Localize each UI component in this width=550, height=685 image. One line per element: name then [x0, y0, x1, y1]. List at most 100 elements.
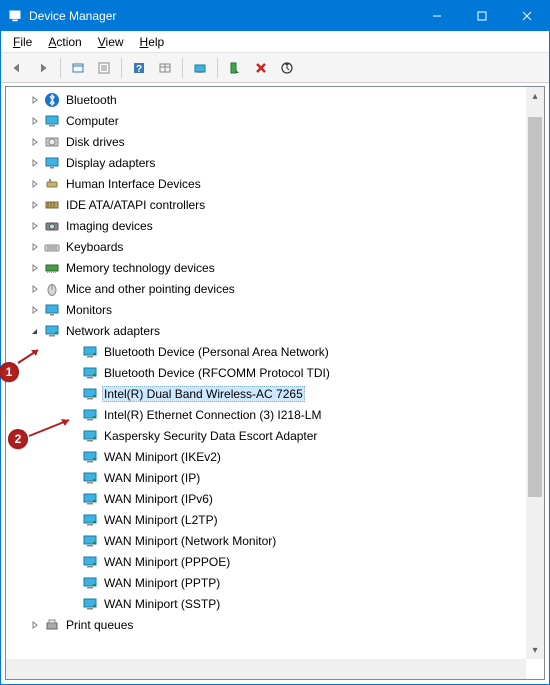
tree-category[interactable]: Mice and other pointing devices — [6, 278, 526, 299]
scroll-thumb[interactable] — [528, 117, 542, 497]
expand-icon[interactable] — [28, 198, 42, 212]
tree-device[interactable]: WAN Miniport (PPPOE) — [6, 551, 526, 572]
netcard-icon — [82, 512, 98, 528]
tree-device-label: WAN Miniport (SSTP) — [102, 596, 222, 612]
menu-help[interactable]: Help — [132, 33, 173, 51]
netcard-icon — [82, 407, 98, 423]
network-icon — [44, 323, 60, 339]
tree-device-label: WAN Miniport (PPTP) — [102, 575, 222, 591]
tree-device[interactable]: Intel(R) Ethernet Connection (3) I218-LM — [6, 404, 526, 425]
tree-category-label: Network adapters — [64, 323, 162, 339]
tree-category-label: Display adapters — [64, 155, 157, 171]
titlebar: Device Manager — [1, 1, 549, 31]
tree-category-label: Disk drives — [64, 134, 127, 150]
tree-category-label: Monitors — [64, 302, 114, 318]
tree-category[interactable]: Memory technology devices — [6, 257, 526, 278]
tree-category[interactable]: IDE ATA/ATAPI controllers — [6, 194, 526, 215]
mouse-icon — [44, 281, 60, 297]
expand-icon[interactable] — [28, 240, 42, 254]
tree-category-label: Human Interface Devices — [64, 176, 203, 192]
netcard-icon — [82, 344, 98, 360]
maximize-button[interactable] — [459, 1, 504, 31]
tree-category[interactable]: Display adapters — [6, 152, 526, 173]
close-button[interactable] — [504, 1, 549, 31]
hid-icon — [44, 176, 60, 192]
show-hidden-button[interactable] — [66, 56, 90, 80]
uninstall-device-button[interactable] — [249, 56, 273, 80]
collapse-icon[interactable] — [28, 324, 42, 338]
update-driver-button[interactable] — [188, 56, 212, 80]
tree-device[interactable]: WAN Miniport (IPv6) — [6, 488, 526, 509]
device-tree[interactable]: Bluetooth Computer Disk drives Display adap… — [6, 87, 526, 659]
tree-device[interactable]: Kaspersky Security Data Escort Adapter — [6, 425, 526, 446]
imaging-icon — [44, 218, 60, 234]
toolbar-separator — [60, 58, 61, 78]
minimize-button[interactable] — [414, 1, 459, 31]
tree-category[interactable]: Computer — [6, 110, 526, 131]
properties-button[interactable] — [92, 56, 116, 80]
tree-device-label: Bluetooth Device (Personal Area Network) — [102, 344, 331, 360]
tree-device[interactable]: WAN Miniport (IP) — [6, 467, 526, 488]
tree-category[interactable]: Print queues — [6, 614, 526, 635]
expand-icon[interactable] — [28, 219, 42, 233]
expand-icon[interactable] — [28, 135, 42, 149]
nav-forward-button[interactable] — [31, 56, 55, 80]
expand-icon[interactable] — [28, 303, 42, 317]
tree-category[interactable]: Bluetooth — [6, 89, 526, 110]
tree-category-label: Mice and other pointing devices — [64, 281, 237, 297]
tree-device-label: WAN Miniport (IKEv2) — [102, 449, 223, 465]
netcard-icon — [82, 554, 98, 570]
tree-category[interactable]: Keyboards — [6, 236, 526, 257]
disk-icon — [44, 134, 60, 150]
expand-icon[interactable] — [28, 156, 42, 170]
window-title: Device Manager — [29, 9, 414, 23]
callout-2: 2 — [8, 429, 28, 449]
help-button[interactable]: ? — [127, 56, 151, 80]
tree-category[interactable]: Disk drives — [6, 131, 526, 152]
menu-view[interactable]: View — [90, 33, 132, 51]
gridview-button[interactable] — [153, 56, 177, 80]
scroll-up-icon[interactable]: ▴ — [526, 87, 544, 105]
netcard-icon — [82, 470, 98, 486]
tree-category-label: Computer — [64, 113, 121, 129]
tree-device[interactable]: Bluetooth Device (RFCOMM Protocol TDI) — [6, 362, 526, 383]
tree-device[interactable]: Intel(R) Dual Band Wireless-AC 7265 — [6, 383, 526, 404]
menu-file[interactable]: File — [5, 33, 40, 51]
menu-action[interactable]: Action — [40, 33, 89, 51]
enable-device-button[interactable] — [223, 56, 247, 80]
toolbar: ? — [1, 53, 549, 83]
tree-category[interactable]: Network adapters — [6, 320, 526, 341]
expand-icon[interactable] — [28, 114, 42, 128]
tree-category[interactable]: Imaging devices — [6, 215, 526, 236]
tree-device[interactable]: WAN Miniport (SSTP) — [6, 593, 526, 614]
expand-icon[interactable] — [28, 282, 42, 296]
tree-panel: Bluetooth Computer Disk drives Display adap… — [5, 86, 545, 680]
tree-category[interactable]: Monitors — [6, 299, 526, 320]
tree-category-label: Memory technology devices — [64, 260, 217, 276]
horizontal-scrollbar[interactable] — [6, 659, 526, 679]
tree-device[interactable]: WAN Miniport (Network Monitor) — [6, 530, 526, 551]
netcard-icon — [82, 449, 98, 465]
expand-icon[interactable] — [28, 177, 42, 191]
vertical-scrollbar[interactable]: ▴ ▾ — [526, 87, 544, 659]
tree-device[interactable]: WAN Miniport (IKEv2) — [6, 446, 526, 467]
app-icon — [7, 8, 23, 24]
keyboard-icon — [44, 239, 60, 255]
bluetooth-icon — [44, 92, 60, 108]
expand-icon[interactable] — [28, 618, 42, 632]
scroll-down-icon[interactable]: ▾ — [526, 641, 544, 659]
tree-device[interactable]: WAN Miniport (PPTP) — [6, 572, 526, 593]
netcard-icon — [82, 596, 98, 612]
tree-device-label: WAN Miniport (PPPOE) — [102, 554, 232, 570]
tree-device[interactable]: Bluetooth Device (Personal Area Network) — [6, 341, 526, 362]
monitor-icon — [44, 302, 60, 318]
tree-category[interactable]: Human Interface Devices — [6, 173, 526, 194]
tree-category-label: Keyboards — [64, 239, 125, 255]
netcard-icon — [82, 428, 98, 444]
content-area: Bluetooth Computer Disk drives Display adap… — [1, 83, 549, 684]
scan-hardware-button[interactable] — [275, 56, 299, 80]
tree-device[interactable]: WAN Miniport (L2TP) — [6, 509, 526, 530]
expand-icon[interactable] — [28, 93, 42, 107]
nav-back-button[interactable] — [5, 56, 29, 80]
expand-icon[interactable] — [28, 261, 42, 275]
